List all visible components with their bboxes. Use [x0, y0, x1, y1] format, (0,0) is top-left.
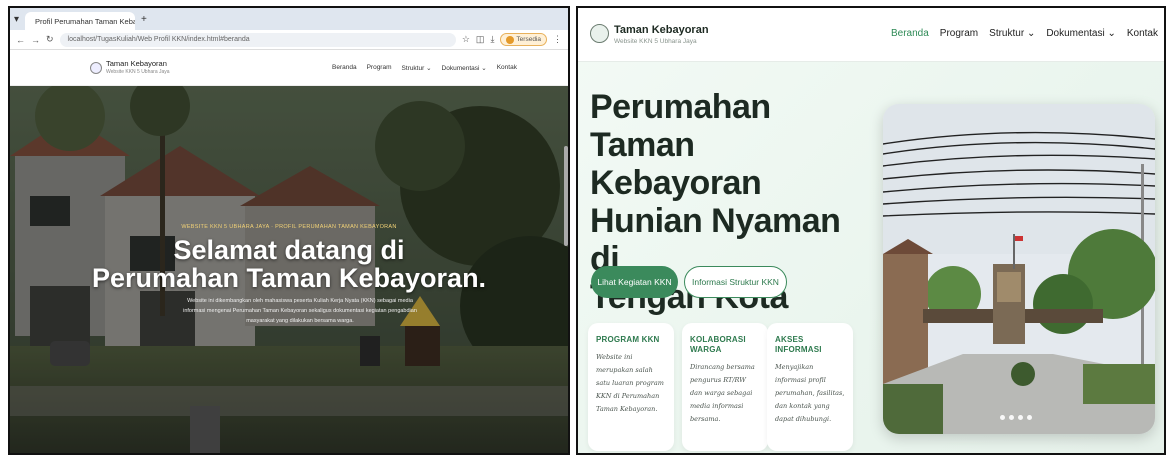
back-icon[interactable]: ← [16, 35, 25, 45]
browser-tabbar: ▾ Profil Perumahan Taman Kebay × + [10, 8, 568, 30]
gate-photo [883, 104, 1155, 434]
nav-beranda[interactable]: Beranda [891, 28, 929, 39]
nav-struktur[interactable]: Struktur ⌄ [402, 64, 432, 72]
info-card-program: PROGRAM KKN Website ini merupakan salah … [588, 323, 674, 451]
hero-title-line2: Perumahan Taman Kebayoran. [91, 263, 487, 293]
reload-icon[interactable]: ↻ [46, 34, 54, 45]
carousel-dots [1000, 415, 1032, 420]
site-page: Taman Kebayoran Website KKN 5 Ubhara Jay… [576, 6, 1166, 455]
carousel-dot[interactable] [1000, 415, 1005, 420]
brand-subtitle: Website KKN 5 Ubhara Jaya [614, 38, 697, 45]
hero-title-line1: Selamat datang di [173, 235, 405, 265]
tab-title: Profil Perumahan Taman Kebay [35, 16, 136, 26]
nav-program[interactable]: Program [367, 64, 392, 72]
site-logo-icon[interactable] [90, 61, 102, 74]
menu-kebab-icon[interactable]: ⋮ [553, 34, 562, 45]
card-title: PROGRAM KKN [596, 335, 660, 344]
lihat-kegiatan-button[interactable]: Lihat Kegiatan KKN [591, 266, 678, 298]
card-text: Website ini merupakan salah satu luaran … [596, 353, 664, 413]
download-icon[interactable]: ⤓ [490, 34, 494, 45]
hero-title: Selamat datang di Perumahan Taman Kebayo… [10, 236, 568, 292]
info-card-kolaborasi: KOLABORASI WARGA Dirancang bersama pengu… [682, 323, 768, 451]
hero-section: WEBSITE KKN 5 UBHARA JAYA · PROFIL PERUM… [10, 86, 568, 453]
carousel-dot[interactable] [1027, 415, 1032, 420]
nav-dokumentasi[interactable]: Dokumentasi ⌄ [442, 64, 487, 72]
main-nav: Beranda Program Struktur ⌄ Dokumentasi ⌄… [891, 28, 1158, 39]
new-tab-button[interactable]: + [141, 14, 147, 25]
nav-kontak[interactable]: Kontak [497, 64, 517, 72]
nav-beranda[interactable]: Beranda [332, 64, 357, 72]
nav-dokumentasi[interactable]: Dokumentasi ⌄ [1046, 28, 1116, 39]
site-brand-title: Taman Kebayoran [106, 58, 167, 68]
info-card-akses: AKSES INFORMASI Menyajikan informasi pro… [767, 323, 853, 451]
hero-eyebrow: WEBSITE KKN 5 UBHARA JAYA · PROFIL PERUM… [181, 224, 397, 230]
profile-label: Tersedia [516, 36, 541, 43]
screenshot-root: ▾ Profil Perumahan Taman Kebay × + ← → ↻… [0, 0, 1168, 457]
site-logo-icon[interactable] [590, 24, 609, 43]
brand-title[interactable]: Taman Kebayoran [614, 24, 709, 36]
card-text: Dirancang bersama pengurus RT/RW dan war… [690, 363, 755, 423]
site-menu: Beranda Program Struktur ⌄ Dokumentasi ⌄… [332, 64, 517, 72]
tab-list-icon[interactable]: ▾ [14, 14, 19, 25]
site-navbar: Taman Kebayoran Website KKN 5 Ubhara Jaya… [10, 50, 568, 86]
site-brand[interactable]: Taman Kebayoran Website KKN 5 Ubhara Jaya [106, 58, 170, 76]
scrollbar[interactable] [564, 146, 568, 246]
avatar [506, 35, 515, 44]
informasi-struktur-button[interactable]: Informasi Struktur KKN [684, 266, 787, 298]
card-title: KOLABORASI WARGA [690, 335, 746, 354]
browser-tab[interactable]: Profil Perumahan Taman Kebay × [25, 12, 136, 30]
star-icon[interactable]: ☆ [462, 34, 470, 45]
address-text: localhost/TugasKuliah/Web Profil KKN/ind… [67, 36, 250, 43]
carousel-dot[interactable] [1018, 415, 1023, 420]
nav-struktur[interactable]: Struktur ⌄ [989, 28, 1035, 39]
profile-button[interactable]: Tersedia [500, 33, 547, 46]
card-text: Menyajikan informasi profil perumahan, f… [775, 363, 845, 423]
site-brand-subtitle: Website KKN 5 Ubhara Jaya [106, 68, 170, 75]
hero-description: Website ini dikembangkan oleh mahasiswa … [183, 298, 417, 324]
browser-window: ▾ Profil Perumahan Taman Kebay × + ← → ↻… [8, 6, 570, 455]
nav-kontak[interactable]: Kontak [1127, 28, 1158, 39]
carousel-dot[interactable] [1009, 415, 1014, 420]
card-title: AKSES INFORMASI [775, 335, 822, 354]
site-header: Taman Kebayoran Website KKN 5 Ubhara Jay… [578, 8, 1164, 62]
nav-program[interactable]: Program [940, 28, 978, 39]
address-bar[interactable]: localhost/TugasKuliah/Web Profil KKN/ind… [59, 32, 456, 47]
extension-icon[interactable]: ◫ [476, 34, 485, 45]
forward-icon[interactable]: → [31, 35, 40, 45]
hero-title-line: Perumahan Taman [590, 88, 771, 164]
browser-toolbar: ← → ↻ localhost/TugasKuliah/Web Profil K… [10, 30, 568, 50]
hero-photo-carousel[interactable] [883, 104, 1155, 434]
hero-title-line: Kebayoran [590, 164, 762, 202]
